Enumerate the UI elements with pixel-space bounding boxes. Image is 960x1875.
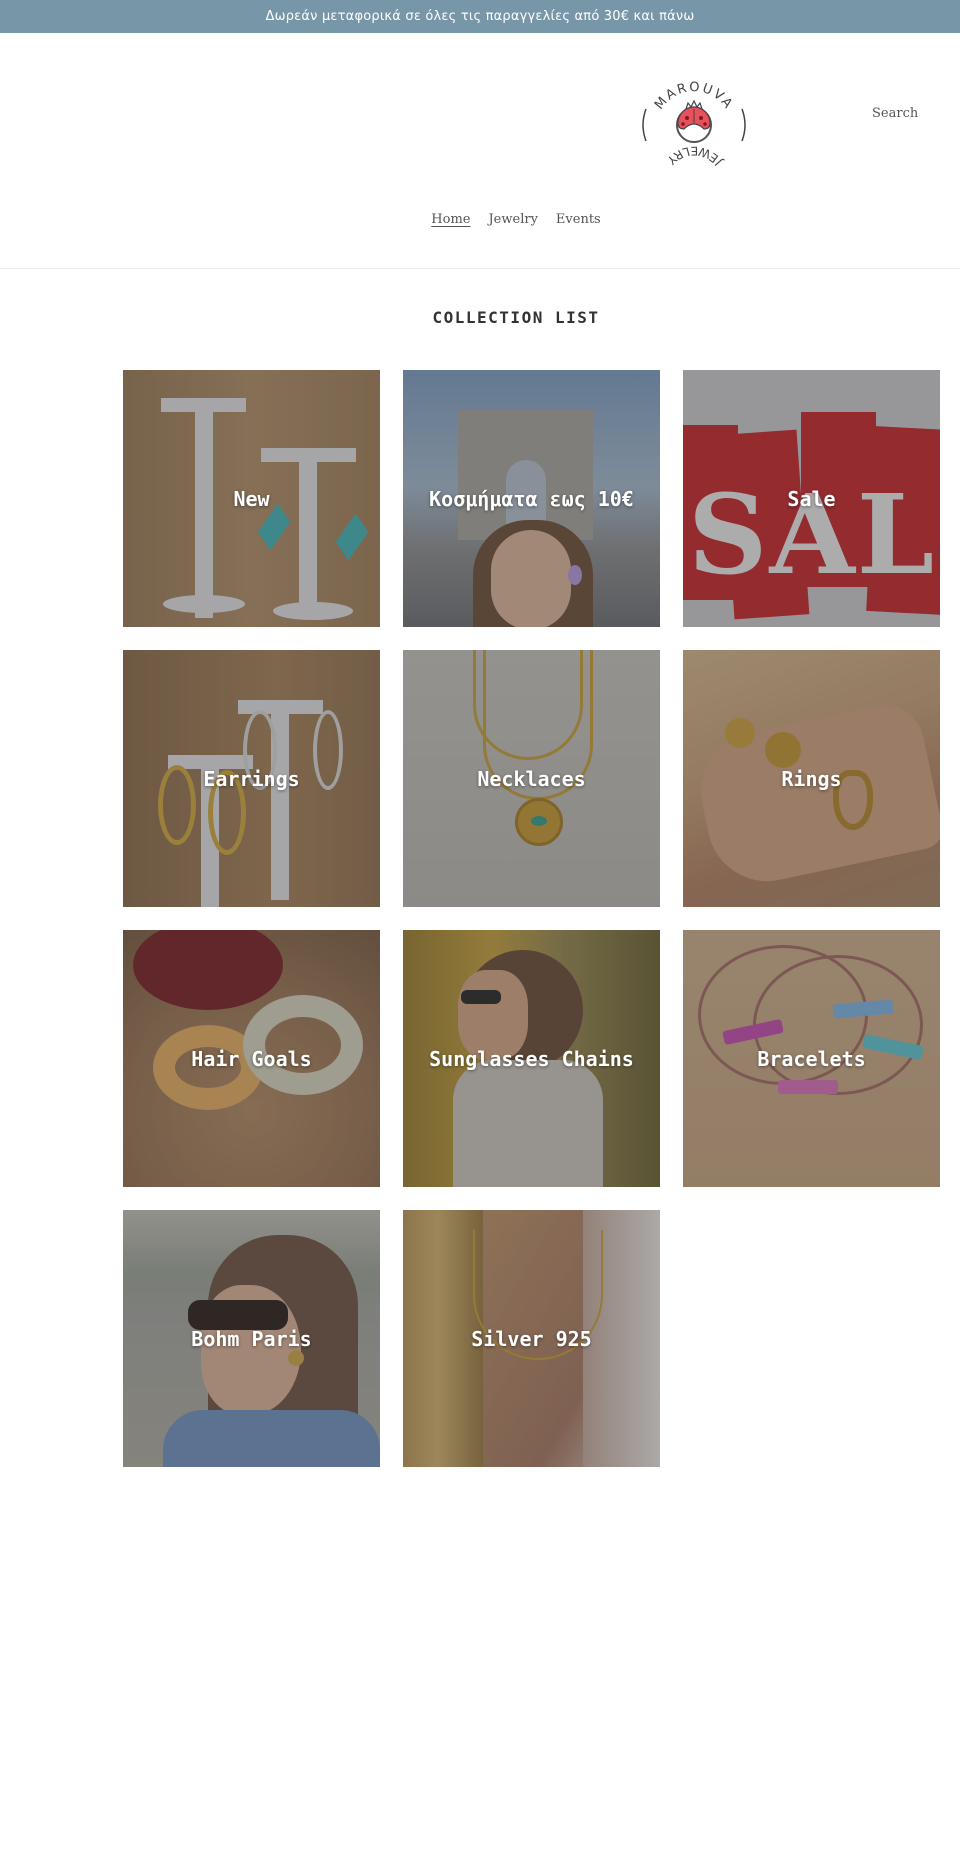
collection-card-necklaces[interactable]: Necklaces (403, 650, 660, 907)
collection-card-sunglasses-chains[interactable]: Sunglasses Chains (403, 930, 660, 1187)
collection-label: New (233, 486, 270, 511)
collection-card-earrings[interactable]: Earrings (123, 650, 380, 907)
nav-home[interactable]: Home (431, 212, 470, 227)
collection-card-silver-925[interactable]: Silver 925 (403, 1210, 660, 1467)
announcement-bar: Δωρεάν μεταφορικά σε όλες τις παραγγελίε… (0, 0, 960, 33)
announcement-text: Δωρεάν μεταφορικά σε όλες τις παραγγελίε… (265, 9, 695, 24)
collection-card-sale[interactable]: SALE Sale (683, 370, 940, 627)
collection-label: Silver 925 (471, 1326, 592, 1351)
collection-card-bohm-paris[interactable]: Bohm Paris (123, 1210, 380, 1467)
main-nav: Home Jewelry Events (0, 212, 960, 227)
logo-link[interactable]: MAROUVA JEWELRY (638, 65, 750, 183)
collection-label: Earrings (203, 766, 300, 791)
collection-card-bracelets[interactable]: Bracelets (683, 930, 940, 1187)
collection-card-new[interactable]: New (123, 370, 380, 627)
collection-card-hair-goals[interactable]: Hair Goals (123, 930, 380, 1187)
collection-label: Sunglasses Chains (429, 1046, 634, 1071)
collection-label: Bohm Paris (191, 1326, 312, 1351)
collection-label: Hair Goals (191, 1046, 312, 1071)
marouva-jewelry-logo: MAROUVA JEWELRY (642, 80, 746, 170)
svg-text:JEWELRY: JEWELRY (663, 144, 726, 170)
collection-label: Sale (787, 486, 836, 511)
site-header: MAROUVA JEWELRY Search Home Jewelry Even… (0, 33, 960, 269)
collection-list-title: COLLECTION LIST (432, 308, 600, 327)
nav-events[interactable]: Events (556, 212, 601, 227)
search-link[interactable]: Search (872, 106, 918, 121)
ladybug-ring-icon (676, 99, 712, 143)
collection-grid: New Κοσμήματα εως 10€ SALE Sale (123, 370, 940, 1467)
collection-label: Necklaces (477, 766, 586, 791)
collection-label: Bracelets (757, 1046, 866, 1071)
nav-jewelry[interactable]: Jewelry (488, 212, 537, 227)
collection-label: Rings (781, 766, 842, 791)
collection-card-rings[interactable]: Rings (683, 650, 940, 907)
logo-bottom-text: JEWELRY (663, 144, 726, 170)
collection-card-under-10[interactable]: Κοσμήματα εως 10€ (403, 370, 660, 627)
collection-label: Κοσμήματα εως 10€ (429, 486, 634, 511)
